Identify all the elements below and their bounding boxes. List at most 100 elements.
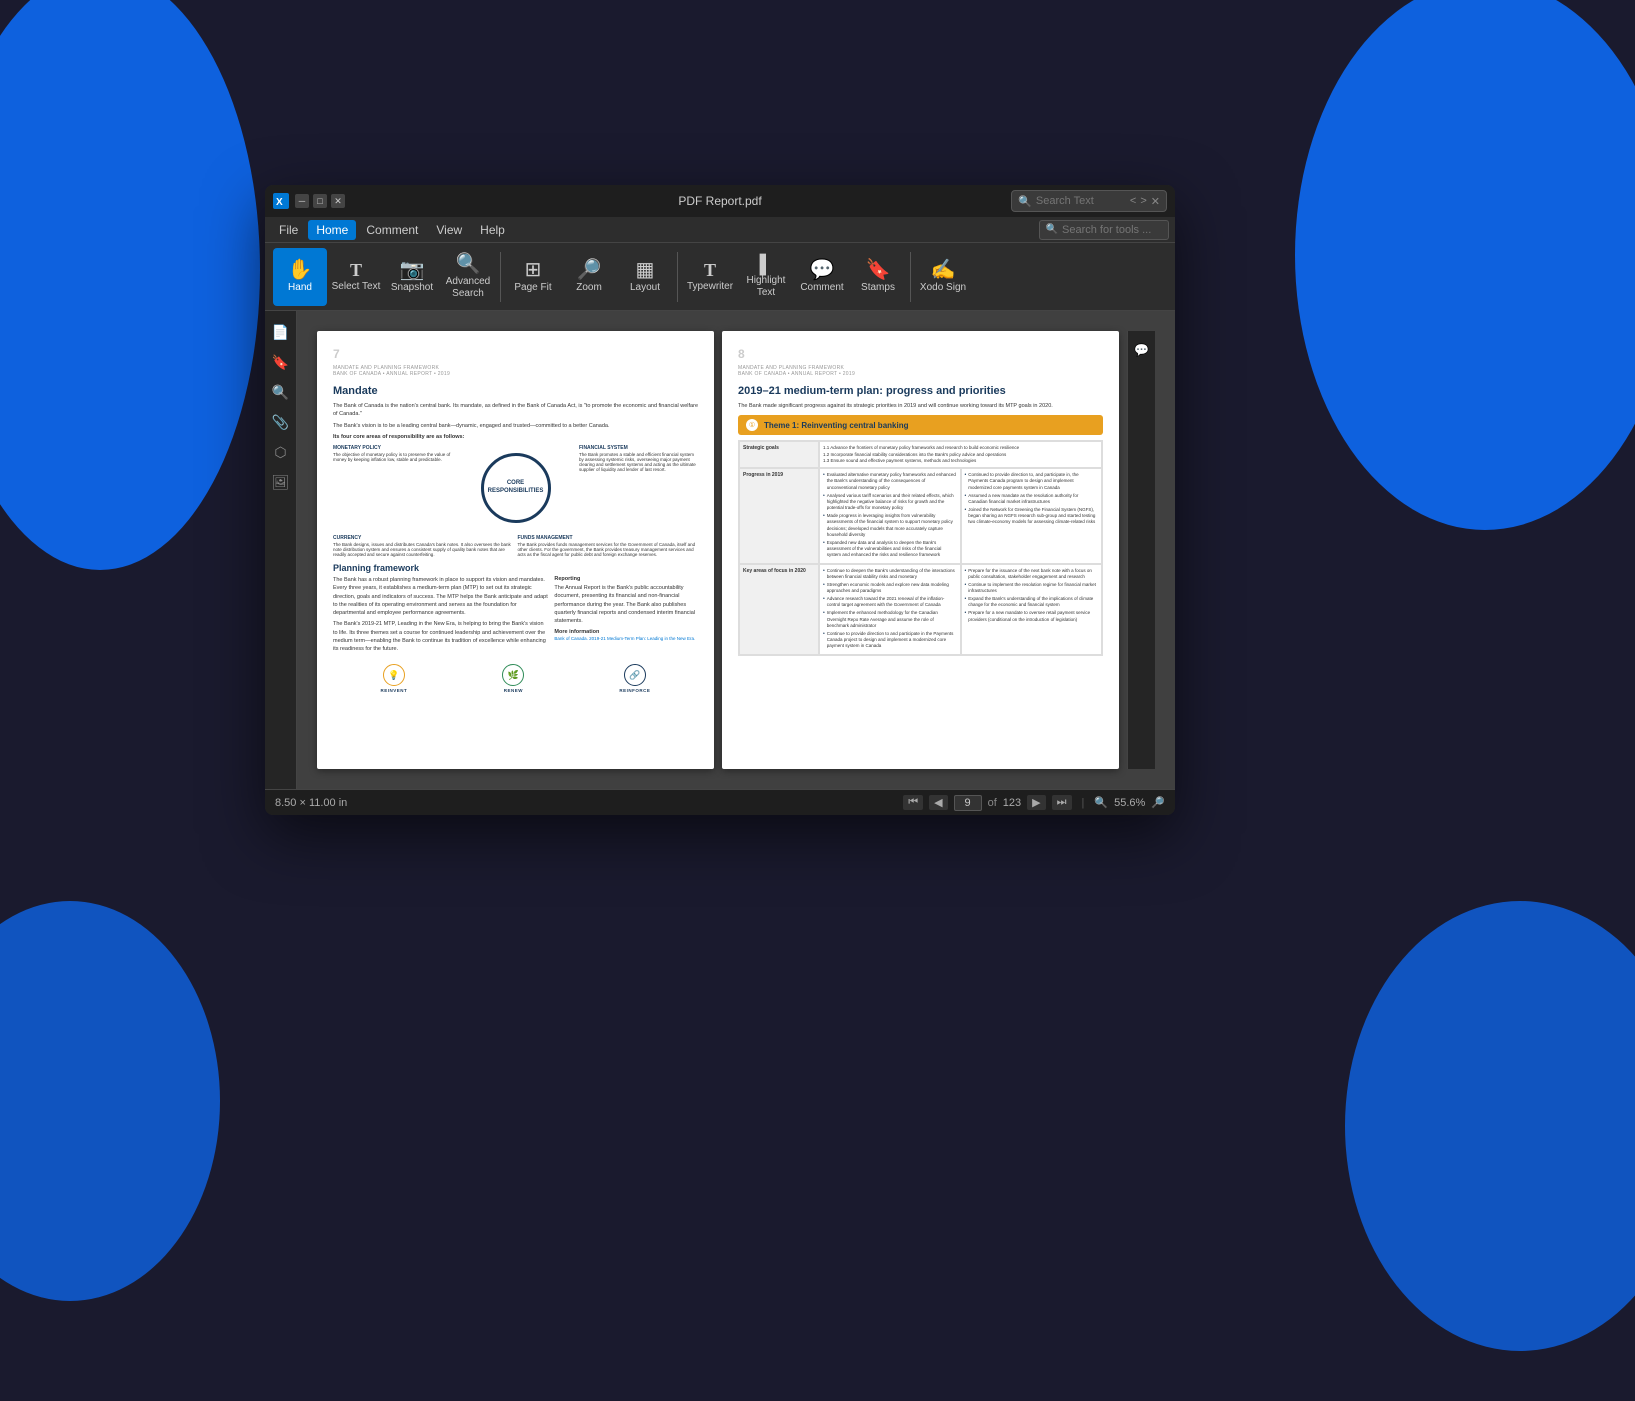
page-7-body2: The Bank's vision is to be a leading cen… bbox=[333, 422, 698, 430]
menu-home[interactable]: Home bbox=[308, 220, 356, 240]
sidebar-page-icon[interactable]: 📄 bbox=[268, 319, 294, 345]
sidebar-search-icon[interactable]: 🔍 bbox=[268, 379, 294, 405]
more-info-link[interactable]: Bank of Canada. 2019-21 Medium-Term Plan… bbox=[554, 636, 698, 641]
last-page-button[interactable]: ⏭ bbox=[1052, 795, 1072, 810]
page-7-mandate-title: Mandate bbox=[333, 385, 698, 397]
strategic-goals-text: 1.1 Advance the frontiers of monetary po… bbox=[819, 441, 1102, 468]
page-7-planning-title: Planning framework bbox=[333, 563, 698, 573]
tool-highlight-text[interactable]: ▌ Highlight Text bbox=[739, 248, 793, 306]
menu-help[interactable]: Help bbox=[472, 220, 513, 240]
toolbar-sep-3 bbox=[910, 252, 911, 302]
app-icon: X bbox=[273, 193, 289, 209]
icon-reinvent: 💡 REINVENT bbox=[381, 664, 408, 693]
close-button[interactable]: ✕ bbox=[331, 194, 345, 208]
search-nav-left[interactable]: < bbox=[1130, 195, 1136, 207]
progress-table: Strategic goals 1.1 Advance the frontier… bbox=[738, 440, 1103, 656]
tool-select-text-label: Select Text bbox=[332, 281, 381, 293]
tool-layout-label: Layout bbox=[630, 282, 660, 294]
page-size: 8.50 × 11.00 in bbox=[275, 797, 347, 809]
tool-snapshot[interactable]: 📷 Snapshot bbox=[385, 248, 439, 306]
page-7-header: MANDATE AND PLANNING FRAMEWORK BANK OF C… bbox=[333, 365, 698, 377]
current-page-input[interactable] bbox=[954, 795, 982, 811]
page-8-title: 2019–21 medium-term plan: progress and p… bbox=[738, 385, 1103, 397]
renew-label: RENEW bbox=[504, 688, 523, 693]
next-page-button[interactable]: ▶ bbox=[1027, 795, 1045, 810]
tool-page-fit-label: Page Fit bbox=[514, 282, 551, 294]
search-nav-right[interactable]: > bbox=[1140, 195, 1146, 207]
sidebar-layers-icon[interactable]: ⬡ bbox=[268, 439, 294, 465]
chat-icon[interactable]: 💬 bbox=[1131, 339, 1153, 361]
window-title: PDF Report.pdf bbox=[678, 194, 761, 208]
tool-advanced-search[interactable]: 🔍 Advanced Search bbox=[441, 248, 495, 306]
app-window: X ─ □ ✕ PDF Report.pdf 🔍 < > ✕ File Home… bbox=[265, 185, 1175, 815]
tool-snapshot-label: Snapshot bbox=[391, 282, 433, 294]
tool-advanced-search-label: Advanced Search bbox=[441, 276, 495, 300]
theme-title: Theme 1: Reinventing central banking bbox=[764, 421, 908, 430]
menu-search-bar[interactable]: 🔍 bbox=[1039, 220, 1169, 240]
tool-xodo-sign-label: Xodo Sign bbox=[920, 282, 966, 294]
pdf-area[interactable]: 7 MANDATE AND PLANNING FRAMEWORK BANK OF… bbox=[297, 311, 1175, 789]
bottom-icons: 💡 REINVENT 🌿 RENEW 🔗 REINFORCE bbox=[333, 664, 698, 693]
menu-comment[interactable]: Comment bbox=[358, 220, 426, 240]
core-circle: CORE RESPONSIBILITIES bbox=[481, 453, 551, 523]
bg-shape-bottom-right bbox=[1345, 901, 1635, 1351]
menu-file[interactable]: File bbox=[271, 220, 306, 240]
theme-banner: ① Theme 1: Reinventing central banking bbox=[738, 415, 1103, 435]
sidebar-image-icon[interactable]: 🖼 bbox=[268, 469, 294, 495]
key-areas-header: Key areas of focus in 2020 bbox=[739, 564, 819, 655]
status-sep1: | bbox=[1082, 797, 1085, 809]
comment-icon: 💬 bbox=[810, 260, 835, 280]
key-areas-col1: •Continue to deepen the Bank's understan… bbox=[819, 564, 961, 655]
tool-xodo-sign[interactable]: ✍ Xodo Sign bbox=[916, 248, 970, 306]
pdf-page-7: 7 MANDATE AND PLANNING FRAMEWORK BANK OF… bbox=[317, 331, 714, 769]
toolbar-sep-1 bbox=[500, 252, 501, 302]
search-close-icon[interactable]: ✕ bbox=[1151, 195, 1160, 208]
col-financial-body: The Bank promotes a stable and efficient… bbox=[579, 452, 698, 472]
progress-col2: •Continued to provide direction to, and … bbox=[961, 468, 1103, 564]
progress-2019-header: Progress in 2019 bbox=[739, 468, 819, 564]
page-8-header: MANDATE AND PLANNING FRAMEWORK BANK OF C… bbox=[738, 365, 1103, 377]
tool-zoom[interactable]: 🔎 Zoom bbox=[562, 248, 616, 306]
tool-stamps[interactable]: 🔖 Stamps bbox=[851, 248, 905, 306]
bg-shape-left bbox=[0, 0, 260, 570]
toolbar: ✋ Hand T Select Text 📷 Snapshot 🔍 Advanc… bbox=[265, 243, 1175, 311]
prev-page-button[interactable]: ◀ bbox=[929, 795, 947, 810]
menu-bar: File Home Comment View Help 🔍 bbox=[265, 217, 1175, 243]
maximize-button[interactable]: □ bbox=[313, 194, 327, 208]
col-monetary-body: The objective of monetary policy is to p… bbox=[333, 452, 452, 462]
tool-layout[interactable]: ▦ Layout bbox=[618, 248, 672, 306]
status-bar: 8.50 × 11.00 in ⏮ ◀ of 123 ▶ ⏭ | 🔍 55.6%… bbox=[265, 789, 1175, 815]
title-search-input[interactable] bbox=[1036, 195, 1126, 207]
progress-col1: •Evaluated alternative monetary policy f… bbox=[819, 468, 961, 564]
hand-icon: ✋ bbox=[288, 260, 313, 280]
left-sidebar: 📄 🔖 🔍 📎 ⬡ 🖼 bbox=[265, 311, 297, 789]
minimize-button[interactable]: ─ bbox=[295, 194, 309, 208]
search-icon: 🔍 bbox=[1018, 195, 1032, 208]
tool-page-fit[interactable]: ⊞ Page Fit bbox=[506, 248, 560, 306]
zoom-out-icon[interactable]: 🔍 bbox=[1094, 796, 1108, 809]
col-funds-title: FUNDS MANAGEMENT bbox=[518, 535, 699, 541]
page-separator: of bbox=[988, 797, 997, 809]
title-search-bar[interactable]: 🔍 < > ✕ bbox=[1011, 190, 1167, 212]
sidebar-bookmark-icon[interactable]: 🔖 bbox=[268, 349, 294, 375]
tool-stamps-label: Stamps bbox=[861, 282, 895, 294]
tool-select-text[interactable]: T Select Text bbox=[329, 248, 383, 306]
page-7-planning-body2: The Bank's 2019-21 MTP, Leading in the N… bbox=[333, 620, 548, 653]
theme-icon: ① bbox=[746, 419, 758, 431]
page-8-intro: The Bank made significant progress again… bbox=[738, 402, 1103, 410]
menu-view[interactable]: View bbox=[428, 220, 470, 240]
core-circle-text: CORE RESPONSIBILITIES bbox=[484, 480, 548, 496]
zoom-in-icon[interactable]: 🔎 bbox=[1151, 796, 1165, 809]
tool-comment[interactable]: 💬 Comment bbox=[795, 248, 849, 306]
page-7-planning-body1: The Bank has a robust planning framework… bbox=[333, 576, 548, 617]
menu-search-input[interactable] bbox=[1062, 224, 1162, 236]
first-page-button[interactable]: ⏮ bbox=[903, 795, 923, 810]
layout-icon: ▦ bbox=[636, 260, 655, 280]
tool-hand[interactable]: ✋ Hand bbox=[273, 248, 327, 306]
tool-typewriter[interactable]: T Typewriter bbox=[683, 248, 737, 306]
tool-comment-label: Comment bbox=[800, 282, 843, 294]
page-7-number: 7 bbox=[333, 347, 698, 361]
page-7-body1: The Bank of Canada is the nation's centr… bbox=[333, 402, 698, 419]
main-content: 📄 🔖 🔍 📎 ⬡ 🖼 7 MANDATE AND PLANNING FRAME… bbox=[265, 311, 1175, 789]
sidebar-attachment-icon[interactable]: 📎 bbox=[268, 409, 294, 435]
